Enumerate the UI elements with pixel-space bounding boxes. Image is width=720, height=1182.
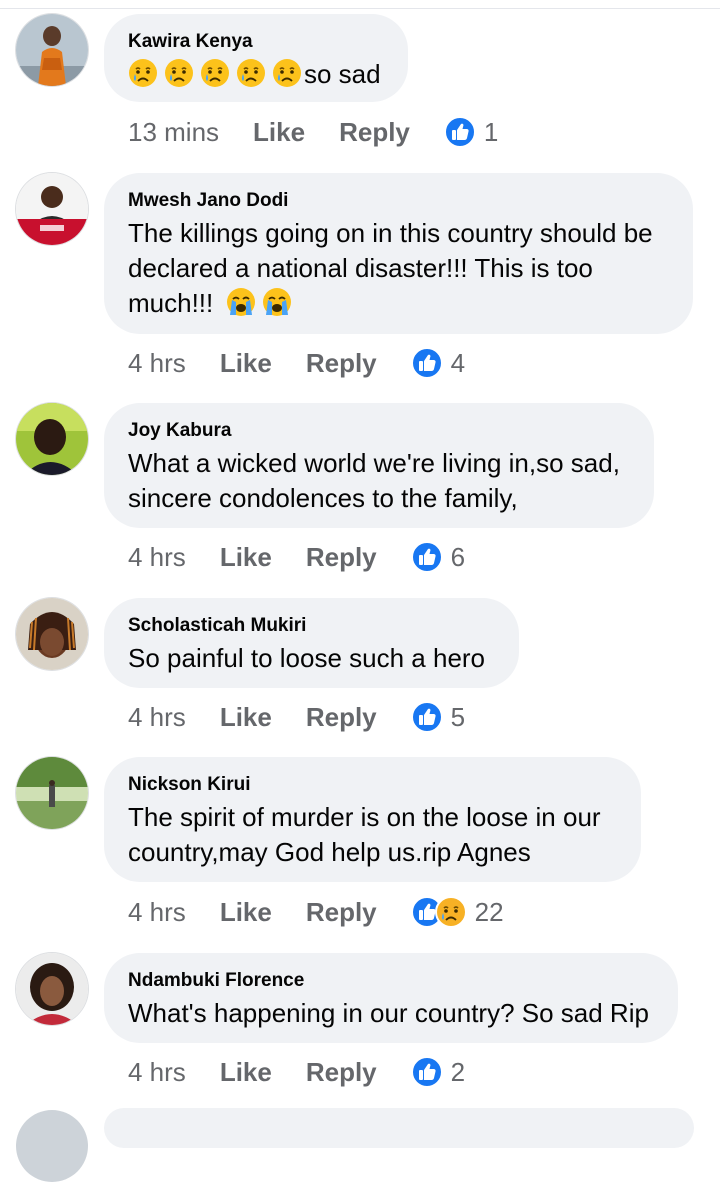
comment-actions: 13 mins Like Reply 1 <box>128 112 498 152</box>
sad-tear-emoji <box>272 58 302 88</box>
reply-button[interactable]: Reply <box>306 897 377 928</box>
reaction-count: 4 <box>450 347 466 378</box>
comment-bubble: Ndambuki Florence What's happening in ou… <box>104 953 678 1043</box>
loudly-crying-emoji <box>226 287 256 317</box>
reply-button[interactable]: Reply <box>339 117 410 148</box>
like-reaction-icon <box>410 347 443 379</box>
reaction-count: 22 <box>474 896 504 927</box>
comment-text: What's happening in our country? So sad … <box>128 996 654 1031</box>
avatar[interactable] <box>16 953 88 1025</box>
comment-author[interactable]: Scholasticah Mukiri <box>128 615 495 637</box>
comment-text-line: So painful to loose such a hero <box>128 643 486 673</box>
comment-author[interactable]: Ndambuki Florence <box>128 970 654 992</box>
comment-author[interactable]: Nickson Kirui <box>128 774 617 796</box>
comment-author[interactable]: Joy Kabura <box>128 420 630 442</box>
reply-button[interactable]: Reply <box>306 348 377 379</box>
comment-text: The spirit of murder is on the loose in … <box>128 800 617 870</box>
comment-time[interactable]: 4 hrs <box>128 897 186 928</box>
avatar[interactable] <box>16 757 88 829</box>
like-button[interactable]: Like <box>220 702 272 733</box>
comment-actions: 4 hrs Like Reply 2 <box>128 1052 465 1092</box>
like-button[interactable]: Like <box>220 542 272 573</box>
comment-text-line: What's happening in our country? So sad … <box>128 998 649 1028</box>
reaction-count: 1 <box>483 116 499 147</box>
like-button[interactable]: Like <box>253 117 305 148</box>
like-reaction-icon <box>410 541 443 573</box>
reaction-count: 6 <box>450 541 466 572</box>
comment-bubble <box>104 1108 694 1148</box>
comment-time[interactable]: 13 mins <box>128 117 219 148</box>
comment-text-line: declared a national disaster!!! This is … <box>128 253 593 283</box>
comment-time[interactable]: 4 hrs <box>128 702 186 733</box>
comment-actions: 4 hrs Like Reply 5 <box>128 697 465 737</box>
reaction-summary[interactable]: 6 <box>410 541 466 573</box>
avatar[interactable] <box>16 403 88 475</box>
comment-author[interactable]: Mwesh Jano Dodi <box>128 190 669 212</box>
like-reaction-icon <box>410 701 443 733</box>
comment-text-body: so sad <box>304 59 381 89</box>
comment-text: The killings going on in this country sh… <box>128 216 669 321</box>
reaction-summary[interactable]: 22 <box>410 896 504 928</box>
comment-bubble: Mwesh Jano Dodi The killings going on in… <box>104 173 693 334</box>
avatar[interactable] <box>16 1110 88 1182</box>
comment-text-line: sincere condolences to the family, <box>128 483 518 513</box>
comment-bubble: Nickson Kirui The spirit of murder is on… <box>104 757 641 882</box>
like-button[interactable]: Like <box>220 897 272 928</box>
reaction-summary[interactable]: 2 <box>410 1056 466 1088</box>
comment-text: so sad <box>128 57 384 92</box>
reaction-count: 2 <box>450 1056 466 1087</box>
comment-time[interactable]: 4 hrs <box>128 348 186 379</box>
comment-time[interactable]: 4 hrs <box>128 1057 186 1088</box>
avatar[interactable] <box>16 173 88 245</box>
avatar[interactable] <box>16 14 88 86</box>
like-button[interactable]: Like <box>220 348 272 379</box>
comment-text-line: The spirit of murder is on the loose in … <box>128 802 601 832</box>
avatar[interactable] <box>16 598 88 670</box>
comment-text: So painful to loose such a hero <box>128 641 495 676</box>
loudly-crying-emoji <box>262 287 292 317</box>
sad-tear-emoji <box>200 58 230 88</box>
reply-button[interactable]: Reply <box>306 702 377 733</box>
sad-tear-emoji <box>128 58 158 88</box>
comment-text-line: The killings going on in this country sh… <box>128 218 653 248</box>
comment-author[interactable]: Kawira Kenya <box>128 31 384 53</box>
like-button[interactable]: Like <box>220 1057 272 1088</box>
reaction-summary[interactable]: 5 <box>410 701 466 733</box>
reply-button[interactable]: Reply <box>306 542 377 573</box>
comment-bubble: Joy Kabura What a wicked world we're liv… <box>104 403 654 528</box>
reply-button[interactable]: Reply <box>306 1057 377 1088</box>
comment-actions: 4 hrs Like Reply 22 <box>128 892 504 932</box>
top-divider <box>0 8 720 9</box>
reaction-count: 5 <box>450 701 466 732</box>
sad-tear-emoji <box>164 58 194 88</box>
comment-text: What a wicked world we're living in,so s… <box>128 446 630 516</box>
comment-actions: 4 hrs Like Reply 6 <box>128 537 465 577</box>
comment-time[interactable]: 4 hrs <box>128 542 186 573</box>
comment-bubble: Scholasticah Mukiri So painful to loose … <box>104 598 519 688</box>
reaction-summary[interactable]: 4 <box>410 347 466 379</box>
like-reaction-icon <box>410 1056 443 1088</box>
reaction-summary[interactable]: 1 <box>443 116 499 148</box>
sad-reaction-icon <box>434 896 467 928</box>
comment-bubble: Kawira Kenya so sad <box>104 14 408 102</box>
comment-text-line: much!!! <box>128 288 214 318</box>
sad-tear-emoji <box>236 58 266 88</box>
comment-actions: 4 hrs Like Reply 4 <box>128 343 465 383</box>
comment-text-line: What a wicked world we're living in,so s… <box>128 448 620 478</box>
like-reaction-icon <box>443 116 476 148</box>
comment-text-line: country,may God help us.rip Agnes <box>128 837 531 867</box>
